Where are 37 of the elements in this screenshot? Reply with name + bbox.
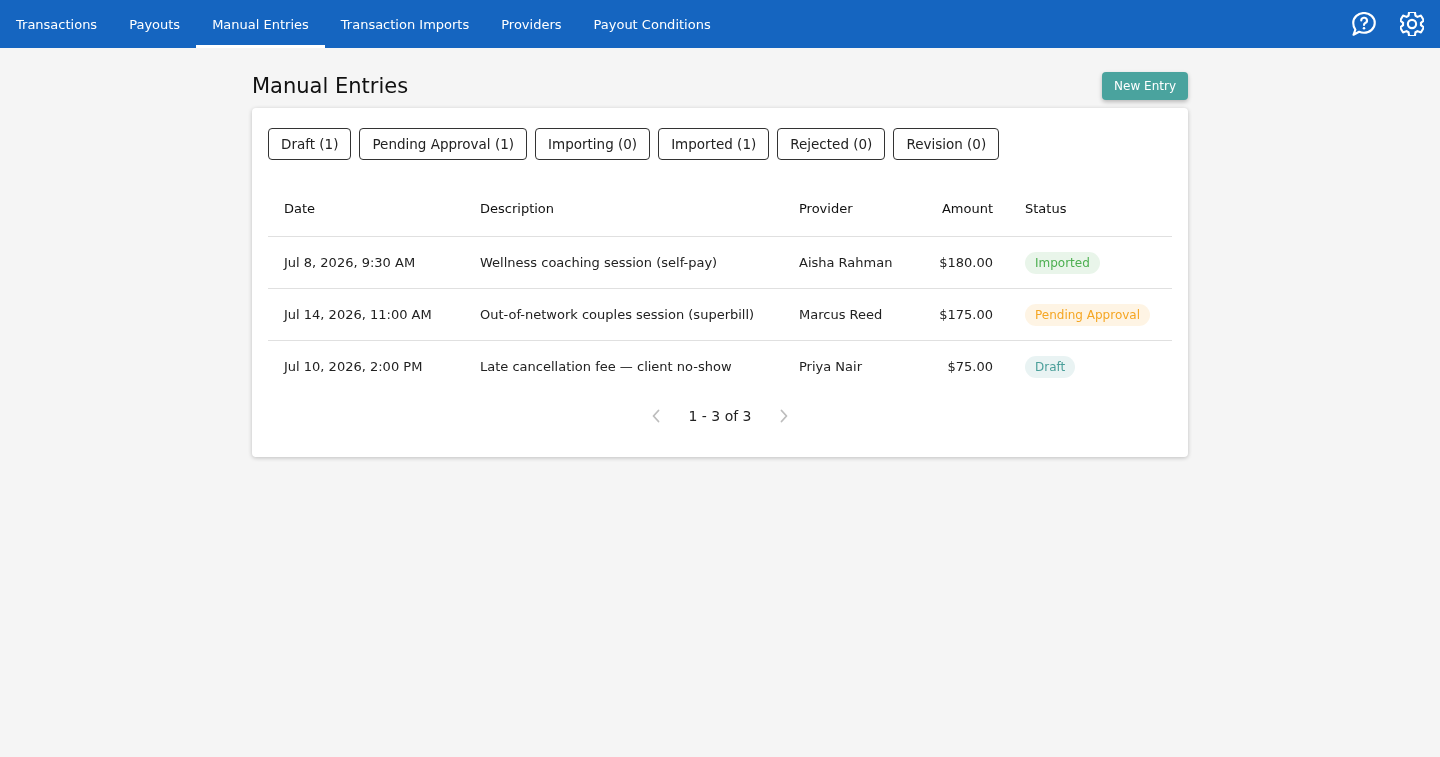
filter-button[interactable]: Rejected (0) — [777, 128, 886, 160]
page-title: Manual Entries — [252, 74, 409, 98]
filter-button[interactable]: Importing (0) — [535, 128, 651, 160]
table-cell: Priya Nair — [783, 340, 909, 392]
table-cell: Jul 8, 2026, 9:30 AM — [268, 236, 464, 289]
nav-tab[interactable]: Payouts — [113, 0, 197, 48]
nav-tab[interactable]: Transaction Imports — [324, 0, 486, 48]
table-cell: $75.00 — [909, 340, 1009, 392]
help-icon — [1352, 12, 1376, 36]
nav-tab[interactable]: Manual Entries — [196, 0, 325, 48]
filter-button[interactable]: Draft (1) — [268, 128, 352, 160]
column-header: Description — [464, 180, 783, 237]
nav-tab[interactable]: Providers — [485, 0, 578, 48]
filter-button[interactable]: Pending Approval (1) — [359, 128, 528, 160]
nav-tab[interactable]: Payout Conditions — [577, 0, 727, 48]
new-entry-button[interactable]: New Entry — [1102, 72, 1188, 100]
status-tag: Imported — [1025, 251, 1100, 274]
table-cell: Marcus Reed — [783, 288, 909, 341]
table-cell: Late cancellation fee — client no-show — [464, 340, 783, 392]
column-header: Amount — [909, 180, 1009, 237]
table-cell: Aisha Rahman — [783, 236, 909, 289]
table-cell: $180.00 — [909, 236, 1009, 289]
filter-button[interactable]: Revision (0) — [893, 128, 1000, 160]
status-tag: Draft — [1025, 355, 1076, 378]
nav-tab[interactable]: Transactions — [0, 0, 114, 48]
column-header: Provider — [783, 180, 909, 237]
table-cell: Wellness coaching session (self-pay) — [464, 236, 783, 289]
table-cell: Jul 10, 2026, 2:00 PM — [268, 340, 464, 392]
status-tag: Pending Approval — [1025, 303, 1151, 326]
column-header: Status — [1009, 180, 1172, 237]
filter-button[interactable]: Imported (1) — [658, 128, 770, 160]
column-header: Date — [268, 180, 464, 237]
page-range: 1 - 3 of 3 — [687, 408, 753, 424]
table-cell: $175.00 — [909, 288, 1009, 341]
table-cell: Jul 14, 2026, 11:00 AM — [268, 288, 464, 341]
table-cell: Out-of-network couples session (superbill) — [464, 288, 783, 341]
settings-icon — [1400, 12, 1424, 36]
